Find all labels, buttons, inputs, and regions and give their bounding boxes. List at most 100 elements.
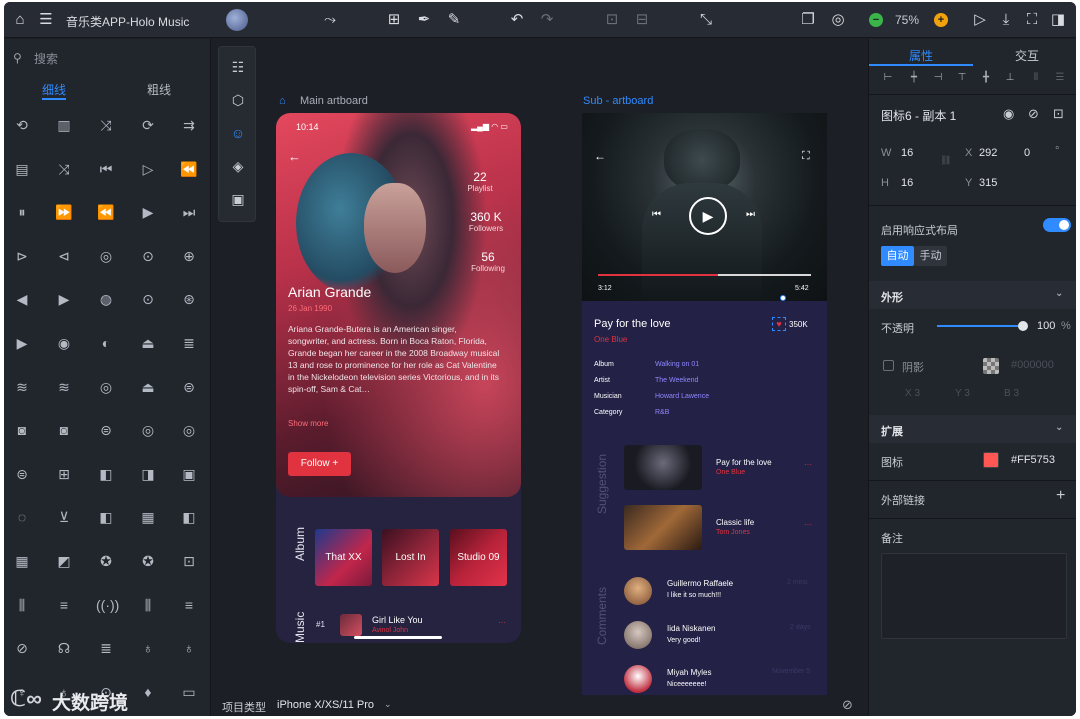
icon-color-value[interactable]: #FF5753: [1011, 454, 1055, 466]
suggestion-thumb[interactable]: [624, 445, 702, 490]
chevron-down-icon[interactable]: ⌄: [384, 699, 392, 710]
play-next-icon[interactable]: ⊳: [12, 246, 32, 266]
shadow-color-value[interactable]: #000000: [1011, 359, 1054, 371]
chevron-down-icon[interactable]: ⌄: [1055, 288, 1063, 299]
main-artboard[interactable]: 10:14 ▂▄▆ ◠ ▭ ← 22 Playlist 360 K Follow…: [276, 113, 521, 643]
prev-icon[interactable]: ⊲: [54, 246, 74, 266]
eject-box-icon[interactable]: ⊜: [179, 377, 199, 397]
pen-icon[interactable]: ✒: [414, 10, 434, 30]
add-icon[interactable]: +: [1056, 487, 1065, 505]
stop-box-icon[interactable]: ◙: [54, 420, 74, 440]
align-center-h-icon[interactable]: ┿: [907, 71, 921, 85]
more-icon[interactable]: ···: [498, 618, 506, 627]
distribute-h-icon[interactable]: ⫴: [1029, 71, 1043, 85]
wifi-box-icon[interactable]: ◌: [12, 507, 32, 527]
mixer-icon[interactable]: ⫼: [12, 595, 32, 615]
selection-handle[interactable]: [780, 295, 786, 301]
width-field[interactable]: 16: [901, 147, 913, 159]
eject-box-icon[interactable]: ⊜: [12, 464, 32, 484]
mic-icon[interactable]: ♁: [138, 638, 158, 658]
smile-icon[interactable]: ☺: [228, 123, 248, 143]
follow-button[interactable]: Follow +: [288, 452, 351, 476]
fast-forward-circle-icon[interactable]: ⊛: [179, 289, 199, 309]
stop-box-icon[interactable]: ◙: [12, 420, 32, 440]
shadow-checkbox[interactable]: [883, 360, 894, 371]
connect-icon[interactable]: ⤳: [320, 10, 340, 30]
lock-icon[interactable]: ⊡: [1053, 106, 1064, 122]
add-frame-icon[interactable]: ⊞: [384, 10, 404, 30]
play-outline-icon[interactable]: ▷: [138, 159, 158, 179]
broadcast-icon[interactable]: ((·)): [96, 595, 119, 615]
film-reel-icon[interactable]: ✪: [96, 551, 116, 571]
pencil-icon[interactable]: ✎: [444, 10, 464, 30]
download-icon[interactable]: ⤓: [996, 10, 1016, 30]
expand-icon[interactable]: ⛶: [802, 150, 810, 163]
rotation-field[interactable]: 0: [1024, 147, 1030, 159]
zoom-in-icon[interactable]: +: [934, 13, 948, 27]
film-box-icon[interactable]: ▦: [138, 507, 158, 527]
pause-icon[interactable]: ⏸: [12, 202, 32, 222]
stop-circle-icon[interactable]: ◎: [96, 377, 116, 397]
redo-icon[interactable]: ↷: [537, 10, 557, 30]
track-title[interactable]: Girl Like You: [372, 615, 423, 625]
sliders-icon[interactable]: ≡: [179, 595, 199, 615]
stop-circle-icon[interactable]: ◎: [179, 420, 199, 440]
suggestion-title[interactable]: Classic life: [716, 518, 754, 527]
video-player[interactable]: ← ⛶ ⏮ ▶ ⏭ 3:12 5:42: [582, 113, 827, 301]
rewind-icon[interactable]: ⏪: [179, 159, 199, 179]
music-circle-icon[interactable]: ◐: [96, 333, 116, 353]
search-input[interactable]: 搜索: [34, 50, 58, 67]
sound-wave-icon[interactable]: ≋: [12, 377, 32, 397]
extend-section[interactable]: 扩展 ⌄: [869, 415, 1076, 443]
distribute-v-icon[interactable]: ☰: [1053, 71, 1067, 85]
tab-properties[interactable]: 属性: [909, 47, 933, 64]
more-icon[interactable]: ···: [804, 520, 812, 529]
shuffle-icon[interactable]: ⤨: [54, 159, 74, 179]
disable-icon[interactable]: ⊘: [1028, 106, 1039, 122]
group-icon[interactable]: ⊡: [602, 10, 622, 30]
prev-box-icon[interactable]: ◧: [179, 507, 199, 527]
fullscreen-icon[interactable]: ⛶: [1022, 10, 1042, 30]
resize-icon[interactable]: ⤡: [696, 10, 716, 30]
menu-icon[interactable]: ☰: [36, 10, 56, 30]
pause-circle-icon[interactable]: ◍: [96, 289, 116, 309]
sound-wave-icon[interactable]: ≋: [54, 377, 74, 397]
film-reel-icon[interactable]: ✪: [138, 551, 158, 571]
album-card[interactable]: Studio 09: [450, 529, 507, 586]
record-circle-icon[interactable]: ◉: [54, 333, 74, 353]
video-frame-icon[interactable]: ▭: [179, 682, 199, 702]
stop-circle-icon[interactable]: ◎: [138, 420, 158, 440]
align-middle-v-icon[interactable]: ╋: [979, 71, 993, 85]
x-field[interactable]: 292: [979, 147, 997, 159]
play-box-icon[interactable]: ▣: [179, 464, 199, 484]
mic-box-icon[interactable]: ♦: [138, 682, 158, 702]
album-card[interactable]: Lost In: [382, 529, 439, 586]
cube-icon[interactable]: ⬡: [228, 90, 248, 110]
note-textarea[interactable]: [881, 553, 1067, 639]
skip-prev-icon[interactable]: ⏮: [652, 209, 661, 220]
skip-next-icon[interactable]: ⏭: [179, 202, 199, 222]
tab-bold[interactable]: 粗线: [147, 81, 171, 98]
sliders-icon[interactable]: ≡: [54, 595, 74, 615]
download-box-icon[interactable]: ⊻: [54, 507, 74, 527]
shadow-color-swatch[interactable]: [983, 358, 999, 374]
tab-interaction[interactable]: 交互: [1015, 47, 1039, 64]
playlist-icon[interactable]: ▤: [12, 159, 32, 179]
playlist-add-icon[interactable]: ⊕: [179, 246, 199, 266]
eject-box-icon[interactable]: ⊜: [96, 420, 116, 440]
responsive-toggle[interactable]: [1043, 218, 1071, 232]
repeat-icon[interactable]: ⟳: [138, 115, 158, 135]
preview-frame-icon[interactable]: ❐: [798, 10, 818, 30]
sub-artboard[interactable]: ← ⛶ ⏮ ▶ ⏭ 3:12 5:42 Pay for the love One…: [582, 113, 827, 695]
align-bottom-icon[interactable]: ⊥: [1003, 71, 1017, 85]
play-circle-icon[interactable]: ⊙: [138, 246, 158, 266]
opacity-slider-knob[interactable]: [1018, 321, 1028, 331]
sub-artboard-label[interactable]: Sub - artboard: [583, 95, 653, 107]
align-left-icon[interactable]: ⊢: [881, 71, 895, 85]
album-card[interactable]: That XX: [315, 529, 372, 586]
play-icon[interactable]: ▶: [138, 202, 158, 222]
tab-thin[interactable]: 细线: [42, 81, 66, 98]
suggestion-title[interactable]: Pay for the love: [716, 458, 772, 467]
appearance-section[interactable]: 外形 ⌄: [869, 281, 1076, 309]
y-field[interactable]: 315: [979, 177, 997, 189]
